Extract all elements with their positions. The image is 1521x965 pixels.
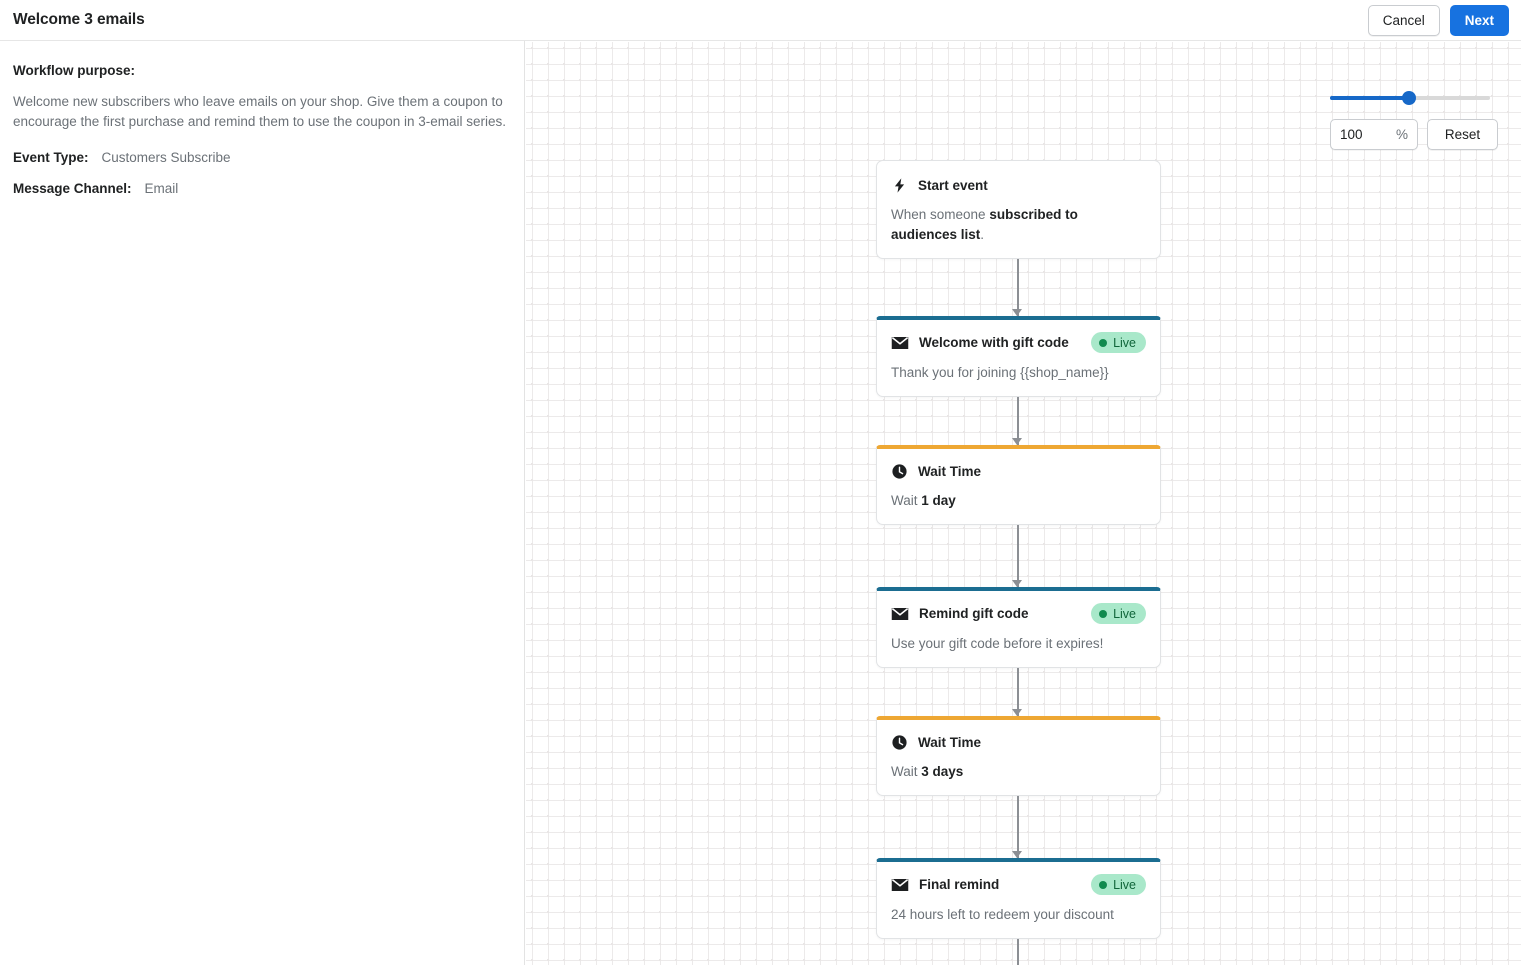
node-title: Start event (918, 177, 988, 193)
node-header: Remind gift code Live (891, 603, 1146, 624)
workflow-editor: Welcome 3 emails Cancel Next Workflow pu… (0, 0, 1521, 965)
start-body-suffix: . (980, 227, 985, 242)
zoom-slider-handle[interactable] (1402, 91, 1416, 105)
connector-arrow (876, 525, 1161, 587)
connector-arrow (876, 796, 1161, 858)
node-description: When someone subscribed to audiences lis… (891, 205, 1146, 245)
workflow-info-panel: Workflow purpose: Welcome new subscriber… (0, 41, 525, 965)
clock-icon (891, 463, 908, 480)
app-header: Welcome 3 emails Cancel Next (0, 0, 1521, 41)
node-description: Wait 1 day (891, 491, 1146, 511)
connector-arrowhead (1012, 438, 1022, 445)
clock-icon (891, 734, 908, 751)
connector-arrowhead (1012, 851, 1022, 858)
node-start-event[interactable]: Start event When someone subscribed to a… (876, 160, 1161, 259)
node-description: 24 hours left to redeem your discount (891, 907, 1114, 922)
connector-arrow (876, 259, 1161, 316)
envelope-icon (891, 334, 909, 352)
event-type-label: Event Type: (13, 150, 89, 165)
status-badge: Live (1091, 332, 1146, 353)
wait-duration: 3 days (921, 764, 964, 779)
envelope-icon (891, 605, 909, 623)
zoom-slider[interactable] (1330, 91, 1500, 105)
connector-line (1017, 796, 1019, 858)
node-wait-time-2[interactable]: Wait Time Wait 3 days (876, 716, 1161, 796)
status-badge-label: Live (1113, 606, 1136, 621)
workflow-purpose-heading: Workflow purpose: (13, 63, 136, 78)
node-email-welcome-with-gift-code[interactable]: Welcome with gift code Live Thank you fo… (876, 316, 1161, 397)
status-badge-label: Live (1113, 335, 1136, 350)
header-actions: Cancel Next (1367, 4, 1509, 36)
status-badge: Live (1091, 874, 1146, 895)
node-title: Welcome with gift code (919, 335, 1069, 350)
node-wait-time-1[interactable]: Wait Time Wait 1 day (876, 445, 1161, 525)
zoom-row: 100 % Reset (1330, 119, 1500, 150)
start-body-prefix: When someone (891, 207, 990, 222)
cancel-button[interactable]: Cancel (1367, 4, 1440, 36)
connector-arrowhead (1012, 309, 1022, 316)
connector-line (1017, 259, 1019, 316)
message-channel-value: Email (144, 181, 179, 196)
node-header: Final remind Live (891, 874, 1146, 895)
zoom-reset-button[interactable]: Reset (1427, 119, 1498, 150)
next-button[interactable]: Next (1449, 4, 1509, 36)
zoom-value: 100 (1340, 127, 1363, 142)
node-description: Wait 3 days (891, 762, 1146, 782)
connector-line (1017, 939, 1019, 965)
workflow-flow: Start event When someone subscribed to a… (876, 160, 1161, 965)
connector-arrow (876, 397, 1161, 445)
envelope-icon (891, 876, 909, 894)
event-type-row: Event Type: Customers Subscribe (13, 150, 510, 165)
node-title: Final remind (919, 877, 1000, 892)
wait-duration: 1 day (921, 493, 956, 508)
message-channel-row: Message Channel: Email (13, 181, 510, 196)
wait-prefix: Wait (891, 493, 922, 508)
workflow-canvas[interactable]: 100 % Reset Start event When someone sub… (526, 42, 1521, 965)
connector-line (1017, 525, 1019, 587)
message-channel-label: Message Channel: (13, 181, 132, 196)
node-description: Thank you for joining {{shop_name}} (891, 365, 1109, 380)
node-description: Use your gift code before it expires! (891, 636, 1104, 651)
wait-prefix: Wait (891, 764, 922, 779)
node-email-remind-gift-code[interactable]: Remind gift code Live Use your gift code… (876, 587, 1161, 668)
node-header: Wait Time (891, 732, 1146, 752)
lightning-bolt-icon (891, 177, 908, 194)
status-badge-label: Live (1113, 877, 1136, 892)
node-header: Wait Time (891, 461, 1146, 481)
page-title: Welcome 3 emails (13, 11, 145, 28)
workflow-purpose-text: Welcome new subscribers who leave emails… (13, 94, 507, 129)
node-email-final-remind[interactable]: Final remind Live 24 hours left to redee… (876, 858, 1161, 939)
connector-arrow (876, 668, 1161, 716)
zoom-input[interactable]: 100 % (1330, 119, 1418, 150)
zoom-unit-label: % (1395, 127, 1408, 142)
status-dot-icon (1099, 338, 1108, 347)
node-title: Wait Time (918, 734, 982, 750)
node-header: Start event (891, 175, 1146, 195)
connector-arrowhead (1012, 580, 1022, 587)
node-title: Wait Time (918, 463, 982, 479)
event-type-value: Customers Subscribe (101, 150, 231, 165)
connector-arrow (876, 939, 1161, 965)
zoom-controls: 100 % Reset (1330, 91, 1500, 150)
status-badge: Live (1091, 603, 1146, 624)
zoom-slider-fill (1330, 96, 1410, 100)
node-header: Welcome with gift code Live (891, 332, 1146, 353)
status-dot-icon (1099, 609, 1108, 618)
status-dot-icon (1099, 880, 1108, 889)
node-title: Remind gift code (919, 606, 1029, 621)
connector-arrowhead (1012, 709, 1022, 716)
